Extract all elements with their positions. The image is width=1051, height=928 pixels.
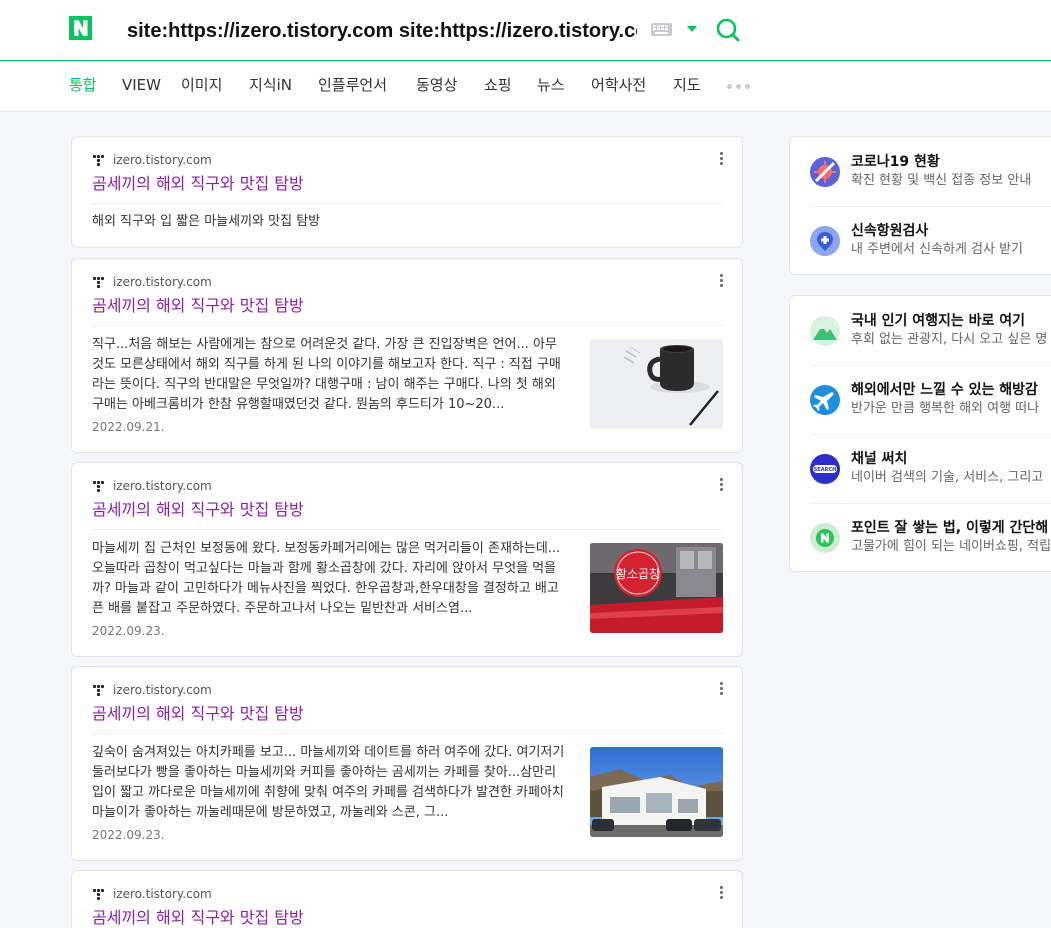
result-title[interactable]: 곰세끼의 해외 직구와 맛집 탐방 — [92, 907, 304, 928]
result-title[interactable]: 곰세끼의 해외 직구와 맛집 탐방 — [92, 295, 304, 317]
source-url: izero.tistory.com — [113, 887, 212, 901]
side-item-subtitle: 고물가에 힘이 되는 네이버쇼핑, 적립 — [851, 539, 1051, 554]
airplane-icon — [810, 385, 840, 415]
tab-video[interactable]: 동영상 — [416, 75, 457, 95]
source-url: izero.tistory.com — [113, 479, 212, 493]
tab-dictionary[interactable]: 어학사전 — [591, 75, 646, 95]
result-date: 2022.09.23. — [92, 828, 165, 842]
tab-knowledge-in[interactable]: 지식iN — [249, 75, 292, 95]
result-description[interactable]: 마늘세끼 집 근처인 보정동에 왔다. 보정동카페거리에는 많은 먹거리들이 존… — [92, 539, 566, 619]
divider — [92, 325, 722, 326]
source-url: izero.tistory.com — [113, 683, 212, 697]
side-item-title: 해외에서만 느낄 수 있는 해방감 — [851, 382, 1038, 398]
side-item-channel-search[interactable]: SEARCH 채널 써치 네이버 검색의 기술, 서비스, 그리고 — [790, 434, 1051, 502]
side-item-subtitle: 후회 없는 관광지, 다시 오고 싶은 명 — [851, 332, 1048, 347]
side-item-subtitle: 내 주변에서 신속하게 검사 받기 — [851, 242, 1024, 257]
more-options-icon[interactable] — [720, 682, 724, 696]
tistory-icon — [93, 685, 105, 696]
side-panel-health: 코로나19 현황 확진 현황 및 백신 접종 정보 안내 신속항원검사 내 주변… — [789, 136, 1051, 275]
side-item-title: 국내 인기 여행지는 바로 여기 — [851, 313, 1026, 329]
search-input[interactable]: site:https://izero.tistory.com site:http… — [127, 17, 637, 45]
tistory-icon — [93, 481, 105, 492]
more-options-icon[interactable] — [720, 152, 724, 166]
tab-map[interactable]: 지도 — [673, 75, 701, 95]
naver-n-icon — [74, 20, 88, 36]
side-item-subtitle: 반가운 만큼 행복한 해외 여행 떠나 — [851, 401, 1040, 416]
tab-shopping[interactable]: 쇼핑 — [484, 75, 512, 95]
result-date: 2022.09.21. — [92, 420, 165, 434]
divider — [92, 529, 722, 530]
more-options-icon[interactable] — [720, 478, 724, 492]
more-options-icon[interactable] — [720, 274, 724, 288]
cafe-building-image — [590, 747, 723, 837]
tab-view[interactable]: VIEW — [122, 75, 161, 95]
result-source[interactable]: izero.tistory.com — [93, 477, 212, 495]
side-item-title: 채널 써치 — [851, 451, 908, 467]
restaurant-sign-image: 황소곱창 — [590, 543, 723, 633]
search-icon[interactable] — [714, 16, 742, 44]
keyboard-icon[interactable] — [651, 23, 672, 36]
chevron-down-icon[interactable] — [687, 26, 697, 32]
side-item-subtitle: 네이버 검색의 기술, 서비스, 그리고 — [851, 470, 1044, 485]
tab-integrated[interactable]: 통합 — [69, 75, 97, 95]
tab-news[interactable]: 뉴스 — [537, 75, 565, 95]
tab-images[interactable]: 이미지 — [181, 75, 222, 95]
result-thumbnail[interactable] — [590, 747, 723, 837]
naver-point-icon — [810, 523, 840, 553]
result-description[interactable]: 깊숙이 숨겨져있는 아치카페를 보고... 마늘세끼와 데이트를 하러 여주에 … — [92, 743, 566, 823]
divider — [92, 733, 722, 734]
search-channel-icon: SEARCH — [810, 454, 840, 484]
side-item-rapid-test[interactable]: 신속항원검사 내 주변에서 신속하게 검사 받기 — [790, 206, 1051, 274]
divider — [92, 203, 722, 204]
result-thumbnail[interactable]: 황소곱창 — [590, 543, 723, 633]
more-options-icon[interactable] — [720, 886, 724, 900]
result-date: 2022.09.23. — [92, 624, 165, 638]
tistory-icon — [93, 155, 105, 166]
search-header: site:https://izero.tistory.com site:http… — [0, 0, 1051, 61]
result-card: izero.tistory.com 곰세끼의 해외 직구와 맛집 탐방 직구..… — [71, 258, 743, 453]
result-source[interactable]: izero.tistory.com — [93, 151, 212, 169]
result-card: izero.tistory.com 곰세끼의 해외 직구와 맛집 탐방 — [71, 870, 743, 928]
side-item-subtitle: 확진 현황 및 백신 접종 정보 안내 — [851, 173, 1032, 188]
side-item-title: 코로나19 현황 — [851, 154, 940, 170]
search-tabs: 통합 VIEW 이미지 지식iN 인플루언서 동영상 쇼핑 뉴스 어학사전 지도 — [0, 61, 1051, 112]
side-item-title: 신속항원검사 — [851, 223, 929, 239]
covid-icon — [810, 157, 840, 187]
side-item-title: 포인트 잘 쌓는 법, 이렇게 간단해 — [851, 520, 1049, 536]
result-title[interactable]: 곰세끼의 해외 직구와 맛집 탐방 — [92, 499, 304, 521]
source-url: izero.tistory.com — [113, 153, 212, 167]
side-panel-topics: 국내 인기 여행지는 바로 여기 후회 없는 관광지, 다시 오고 싶은 명 해… — [789, 295, 1051, 572]
coffee-mug-image — [590, 339, 723, 429]
test-location-icon — [810, 226, 840, 256]
result-title[interactable]: 곰세끼의 해외 직구와 맛집 탐방 — [92, 703, 304, 725]
source-url: izero.tistory.com — [113, 275, 212, 289]
result-description: 해외 직구와 입 짧은 마늘세끼와 맛집 탐방 — [92, 214, 321, 229]
tistory-icon — [93, 277, 105, 288]
result-title[interactable]: 곰세끼의 해외 직구와 맛집 탐방 — [92, 173, 304, 195]
more-tabs-icon[interactable] — [727, 84, 751, 90]
naver-logo[interactable] — [69, 16, 92, 40]
side-item-points[interactable]: 포인트 잘 쌓는 법, 이렇게 간단해 고물가에 힘이 되는 네이버쇼핑, 적립 — [790, 503, 1051, 571]
side-item-covid[interactable]: 코로나19 현황 확진 현황 및 백신 접종 정보 안내 — [790, 137, 1051, 205]
result-source[interactable]: izero.tistory.com — [93, 681, 212, 699]
result-description[interactable]: 직구...처음 해보는 사람에게는 참으로 어려운것 같다. 가장 큰 진입장벽… — [92, 335, 566, 415]
result-card: izero.tistory.com 곰세끼의 해외 직구와 맛집 탐방 마늘세끼… — [71, 462, 743, 657]
sign-text: 황소곱창 — [616, 567, 660, 581]
side-item-overseas-travel[interactable]: 해외에서만 느낄 수 있는 해방감 반가운 만큼 행복한 해외 여행 떠나 — [790, 365, 1051, 433]
tistory-icon — [93, 889, 105, 900]
result-source[interactable]: izero.tistory.com — [93, 885, 212, 903]
tab-influencer[interactable]: 인플루언서 — [318, 75, 387, 95]
result-thumbnail[interactable] — [590, 339, 723, 429]
side-item-domestic-travel[interactable]: 국내 인기 여행지는 바로 여기 후회 없는 관광지, 다시 오고 싶은 명 — [790, 296, 1051, 364]
result-card: izero.tistory.com 곰세끼의 해외 직구와 맛집 탐방 해외 직… — [71, 136, 743, 248]
result-source[interactable]: izero.tistory.com — [93, 273, 212, 291]
result-card: izero.tistory.com 곰세끼의 해외 직구와 맛집 탐방 깊숙이 … — [71, 666, 743, 861]
mountain-icon — [810, 316, 840, 346]
search-badge-text: SEARCH — [814, 467, 837, 473]
